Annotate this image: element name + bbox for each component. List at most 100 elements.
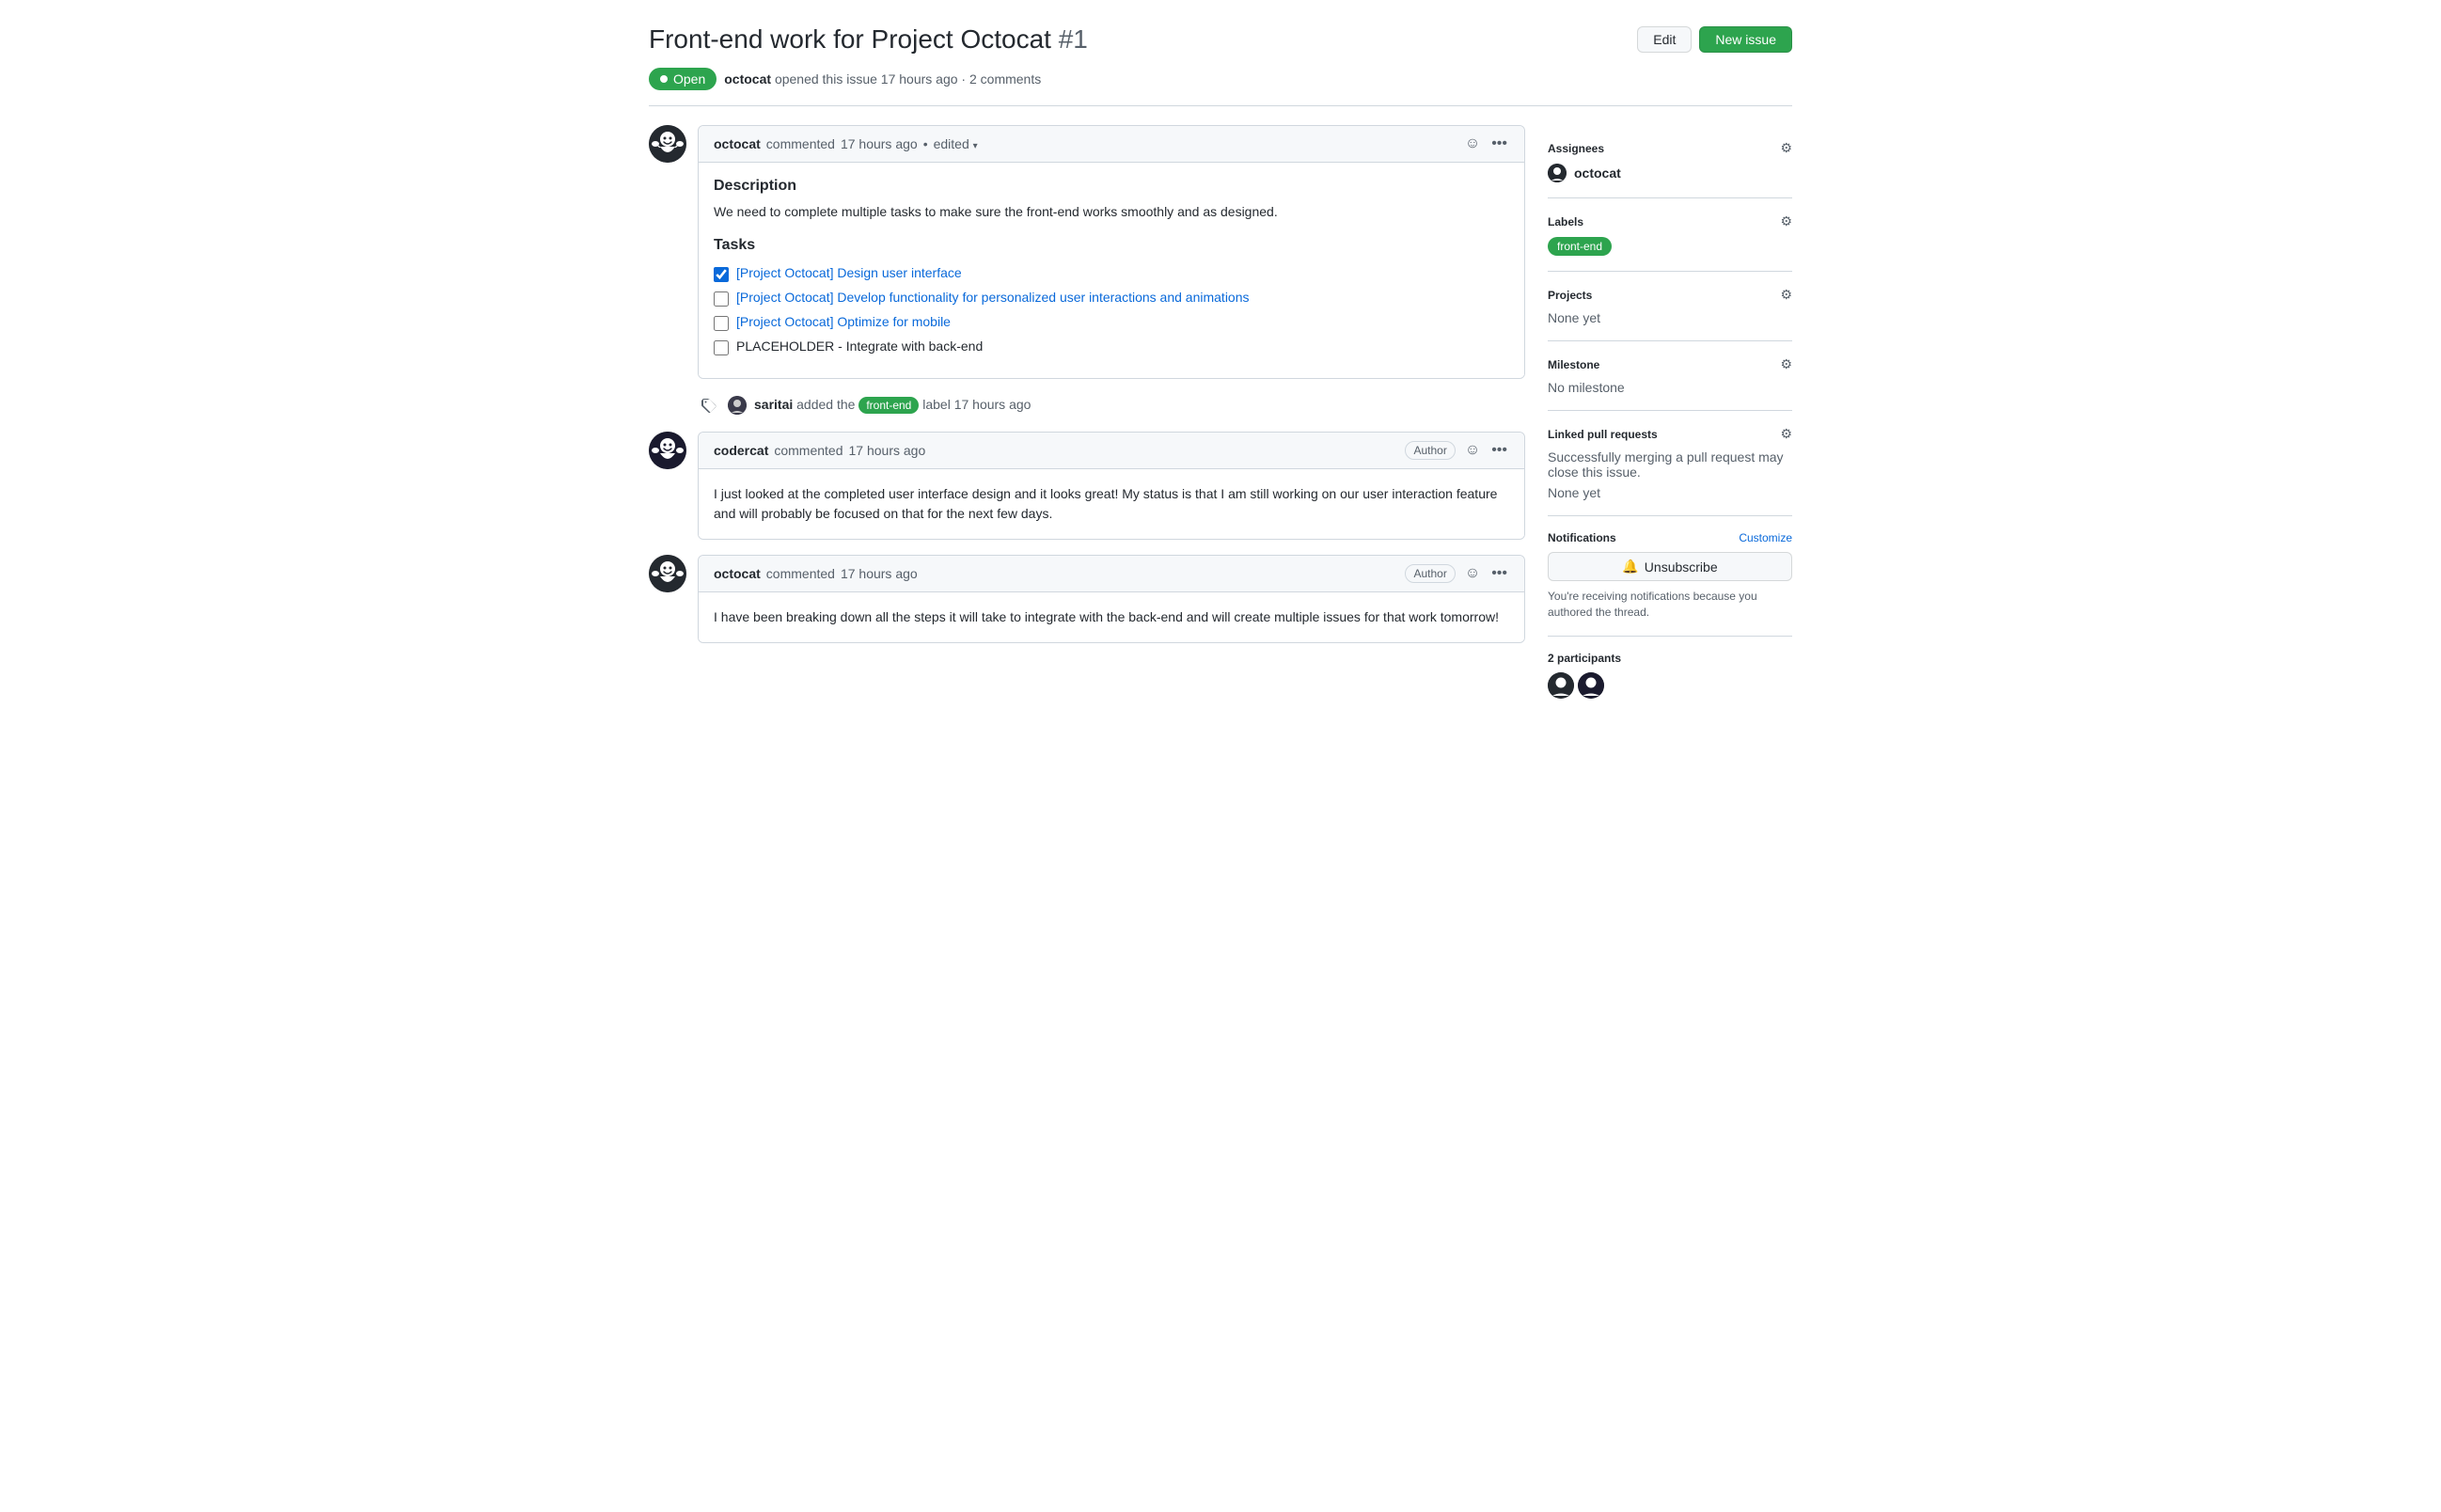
comment-header-left-2: codercat commented 17 hours ago: [714, 443, 925, 458]
milestone-value: No milestone: [1548, 380, 1625, 395]
assignees-title: Assignees: [1548, 142, 1604, 155]
meta-action: opened this issue: [775, 71, 881, 87]
task-link-3[interactable]: [Project Octocat] Optimize for mobile: [736, 314, 951, 329]
sidebar-notifications: Notifications Customize 🔔 Unsubscribe Yo…: [1548, 516, 1792, 637]
participants-avatars: [1548, 672, 1792, 699]
task-item-4: PLACEHOLDER - Integrate with back-end: [714, 339, 1509, 355]
assignee-avatar: [1548, 164, 1567, 182]
task-link-1[interactable]: [Project Octocat] Design user interface: [736, 265, 962, 280]
comment-thread-3: octocat commented 17 hours ago Author ☺ …: [649, 555, 1525, 643]
task-checkbox-1[interactable]: [714, 267, 729, 282]
sidebar-linked-prs-header: Linked pull requests ⚙: [1548, 426, 1792, 442]
projects-value: None yet: [1548, 310, 1600, 325]
meta-dot: ·: [961, 71, 969, 87]
saritai-avatar: [728, 396, 747, 415]
labels-gear-icon[interactable]: ⚙: [1780, 213, 1792, 229]
comment-header-right-1: ☺ •••: [1463, 134, 1509, 154]
author-badge-3: Author: [1405, 564, 1455, 583]
more-button-1[interactable]: •••: [1489, 134, 1509, 154]
task-item-3: [Project Octocat] Optimize for mobile: [714, 314, 1509, 331]
comment-box-1: octocat commented 17 hours ago • edited …: [698, 125, 1525, 379]
activity-row: saritai added the front-end label 17 hou…: [649, 394, 1525, 417]
comments-count: 2 comments: [969, 71, 1041, 87]
comment-author-2[interactable]: codercat: [714, 443, 768, 458]
emoji-button-2[interactable]: ☺: [1463, 440, 1482, 461]
assignee-item[interactable]: octocat: [1548, 164, 1792, 182]
edited-text: edited: [934, 136, 969, 151]
more-button-2[interactable]: •••: [1489, 440, 1509, 461]
issue-title-text: Front-end work for Project Octocat: [649, 24, 1051, 54]
edited-dropdown[interactable]: edited ▾: [934, 136, 978, 151]
sidebar-projects-header: Projects ⚙: [1548, 287, 1792, 303]
labels-title: Labels: [1548, 215, 1583, 228]
unsubscribe-label: Unsubscribe: [1645, 559, 1718, 575]
comment-timestamp-1: 17 hours ago: [841, 136, 918, 151]
task-item-2: [Project Octocat] Develop functionality …: [714, 290, 1509, 307]
sidebar-milestone-header: Milestone ⚙: [1548, 356, 1792, 372]
notifications-customize[interactable]: Customize: [1739, 531, 1792, 544]
issue-title: Front-end work for Project Octocat #1: [649, 23, 1088, 56]
sidebar-linked-prs: Linked pull requests ⚙ Successfully merg…: [1548, 411, 1792, 516]
linked-prs-description: Successfully merging a pull request may …: [1548, 449, 1792, 480]
edit-button[interactable]: Edit: [1637, 26, 1692, 53]
status-badge: Open: [649, 68, 717, 90]
status-text: Open: [673, 71, 705, 87]
comment-text-2: I just looked at the completed user inte…: [714, 484, 1509, 524]
sidebar: Assignees ⚙ octocat: [1548, 125, 1792, 714]
bell-icon: 🔔: [1622, 559, 1638, 575]
task-checkbox-4[interactable]: [714, 340, 729, 355]
avatar-codercat: [649, 432, 686, 469]
sidebar-participants: 2 participants: [1548, 637, 1792, 714]
author-badge-2: Author: [1405, 441, 1455, 460]
status-dot: [660, 75, 668, 83]
avatar-octocat-1: [649, 125, 686, 163]
more-button-3[interactable]: •••: [1489, 563, 1509, 584]
participant-avatar-2[interactable]: [1578, 672, 1604, 699]
activity-suffix: label 17 hours ago: [922, 397, 1031, 412]
emoji-button-1[interactable]: ☺: [1463, 134, 1482, 154]
comment-author-3[interactable]: octocat: [714, 566, 761, 581]
task-plain-4: PLACEHOLDER - Integrate with back-end: [736, 339, 983, 354]
main-content: octocat commented 17 hours ago • edited …: [649, 125, 1792, 714]
assignees-gear-icon[interactable]: ⚙: [1780, 140, 1792, 156]
comment-header-left-1: octocat commented 17 hours ago • edited …: [714, 136, 978, 151]
sidebar-assignees: Assignees ⚙ octocat: [1548, 125, 1792, 198]
comment-header-left-3: octocat commented 17 hours ago: [714, 566, 918, 581]
comment-dot-1: •: [923, 136, 928, 151]
linked-prs-gear-icon[interactable]: ⚙: [1780, 426, 1792, 442]
issue-meta-text: octocat opened this issue 17 hours ago ·…: [724, 71, 1041, 87]
avatar-octocat-3: [649, 555, 686, 592]
comment-body-3: I have been breaking down all the steps …: [699, 592, 1524, 642]
header-buttons: Edit New issue: [1637, 26, 1792, 53]
task-item-1: [Project Octocat] Design user interface: [714, 265, 1509, 282]
task-checkbox-3[interactable]: [714, 316, 729, 331]
label-pill-frontend[interactable]: front-end: [1548, 237, 1612, 256]
milestone-gear-icon[interactable]: ⚙: [1780, 356, 1792, 372]
comment-timestamp-2: 17 hours ago: [849, 443, 926, 458]
comment-thread-2: codercat commented 17 hours ago Author ☺…: [649, 432, 1525, 540]
issue-open-time: 17 hours ago: [881, 71, 958, 87]
sidebar-labels: Labels ⚙ front-end: [1548, 198, 1792, 272]
emoji-button-3[interactable]: ☺: [1463, 563, 1482, 584]
description-text: We need to complete multiple tasks to ma…: [714, 202, 1509, 222]
notifications-header: Notifications Customize: [1548, 531, 1792, 544]
participants-title: 2 participants: [1548, 652, 1792, 665]
task-checkbox-2[interactable]: [714, 291, 729, 307]
projects-gear-icon[interactable]: ⚙: [1780, 287, 1792, 303]
notifications-info: You're receiving notifications because y…: [1548, 589, 1792, 621]
activity-label: front-end: [858, 397, 919, 414]
new-issue-button[interactable]: New issue: [1699, 26, 1792, 53]
comment-timestamp-3: 17 hours ago: [841, 566, 918, 581]
linked-prs-value: None yet: [1548, 485, 1600, 500]
issue-number: #1: [1059, 24, 1088, 54]
sidebar-milestone: Milestone ⚙ No milestone: [1548, 341, 1792, 411]
sidebar-assignees-header: Assignees ⚙: [1548, 140, 1792, 156]
participant-avatar-1[interactable]: [1548, 672, 1574, 699]
issue-opener[interactable]: octocat: [724, 71, 771, 87]
tag-icon: [698, 394, 720, 417]
comment-author-1[interactable]: octocat: [714, 136, 761, 151]
activity-user[interactable]: saritai: [754, 397, 793, 412]
task-link-2[interactable]: [Project Octocat] Develop functionality …: [736, 290, 1250, 305]
projects-title: Projects: [1548, 289, 1592, 302]
unsubscribe-button[interactable]: 🔔 Unsubscribe: [1548, 552, 1792, 581]
